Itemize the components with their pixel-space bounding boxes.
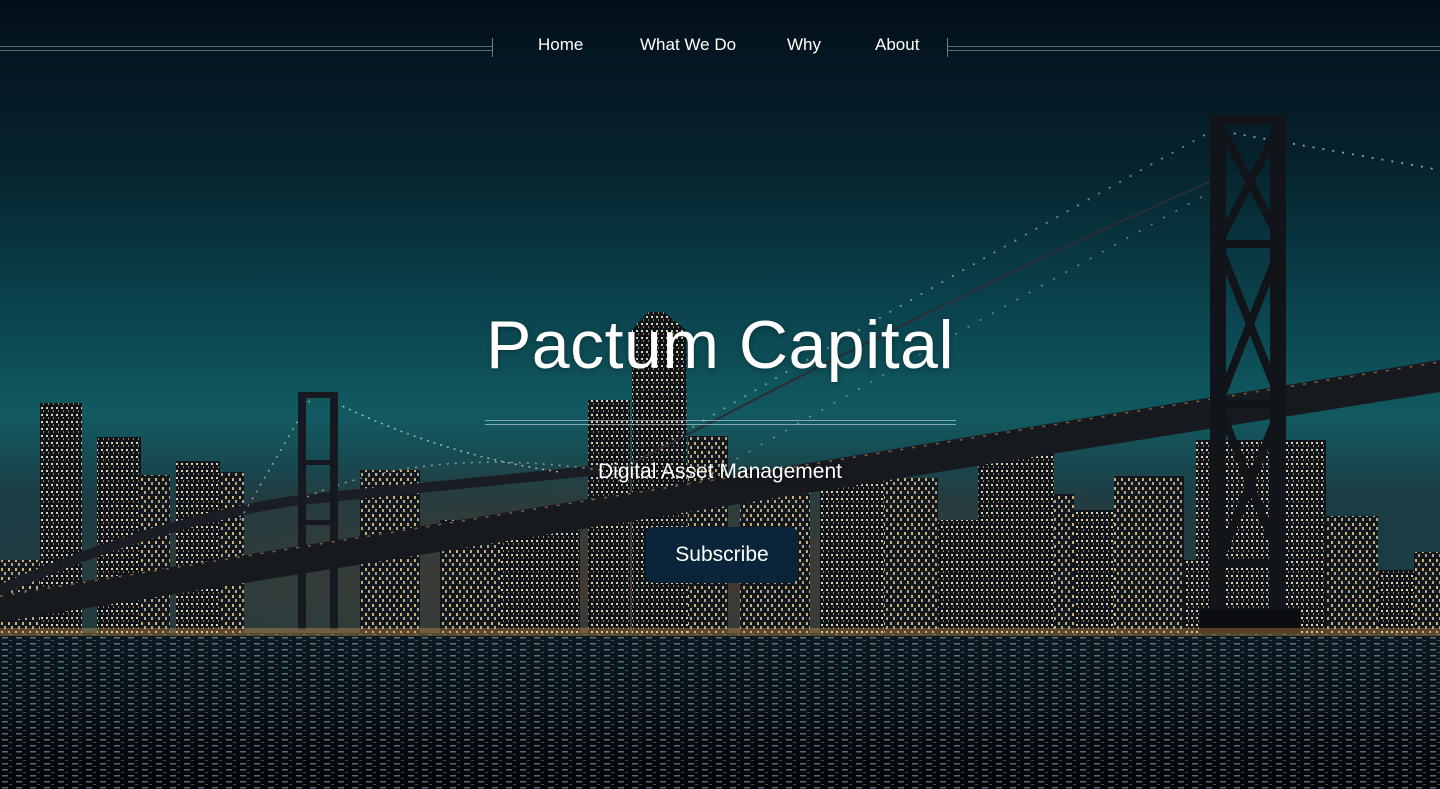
city-skyline-background-image: [0, 0, 1440, 789]
hero-section: Home What We Do Why About Pactum Capital…: [0, 0, 1440, 789]
hero-title: Pactum Capital: [485, 307, 955, 383]
title-divider: [485, 420, 956, 425]
nav-link-about[interactable]: About: [875, 34, 919, 56]
nav-divider-right: [948, 46, 1440, 51]
subscribe-button[interactable]: Subscribe: [646, 527, 798, 583]
hero-subtitle: Digital Asset Management: [598, 460, 842, 483]
nav-divider-left: [0, 46, 492, 51]
nav-link-what-we-do[interactable]: What We Do: [640, 34, 736, 56]
nav-link-why[interactable]: Why: [787, 34, 821, 56]
top-navigation: Home What We Do Why About: [0, 34, 1440, 58]
nav-divider-left-cap: [492, 38, 493, 57]
nav-link-home[interactable]: Home: [538, 34, 583, 56]
